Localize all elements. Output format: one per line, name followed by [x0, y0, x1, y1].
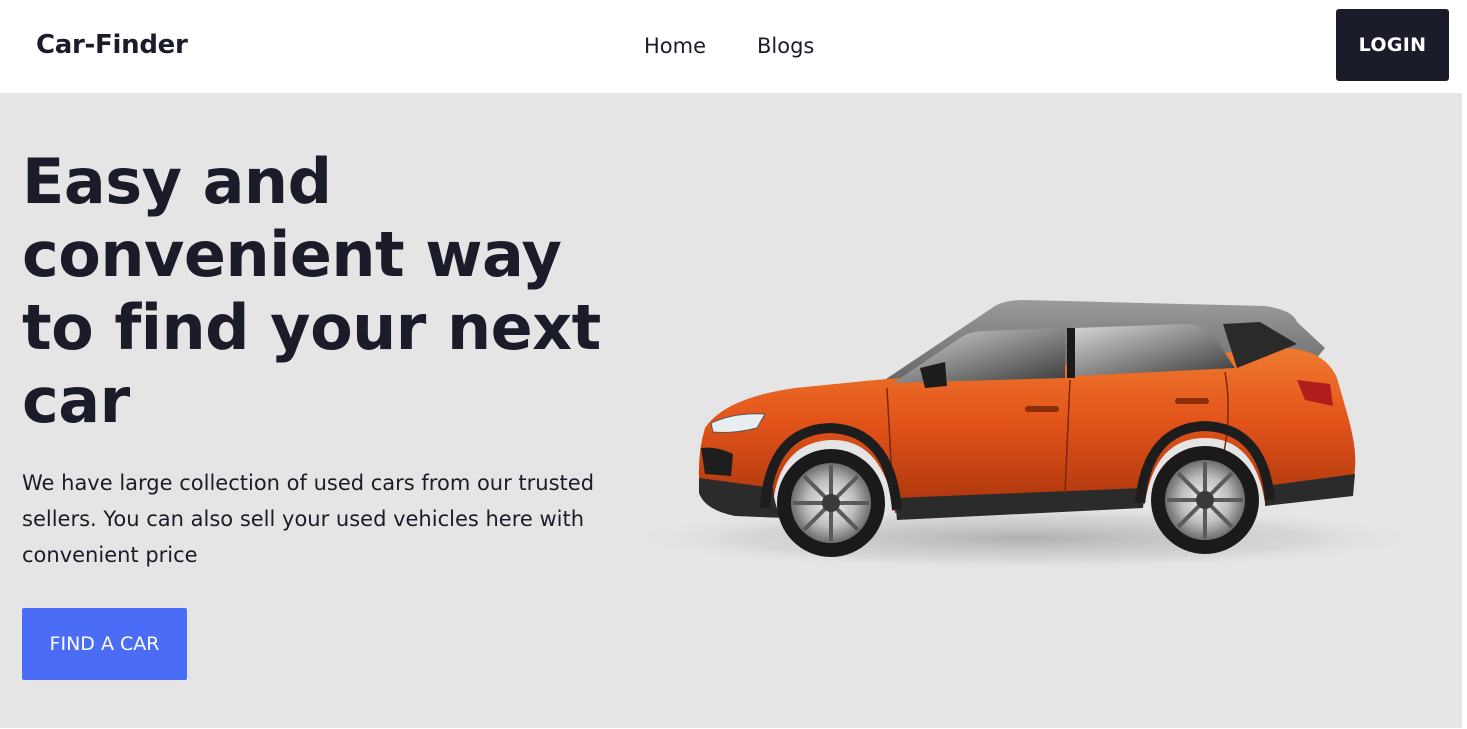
car-window-front [893, 328, 1065, 383]
hero-description: We have large collection of used cars fr… [22, 471, 595, 567]
car-image [625, 300, 1425, 570]
navbar: Car-Finder Home Blogs LOGIN [0, 0, 1467, 93]
find-a-car-button[interactable]: FIND A CAR [22, 608, 187, 680]
login-button[interactable]: LOGIN [1336, 9, 1449, 81]
nav-link-home[interactable]: Home [644, 34, 706, 58]
hero-title: Easy and convenient way to find your nex… [22, 145, 601, 437]
hero-section: Easy and convenient way to find your nex… [0, 93, 1462, 728]
car-front-wheel [777, 449, 885, 557]
brand-logo[interactable]: Car-Finder [36, 30, 188, 60]
nav-link-blogs[interactable]: Blogs [757, 34, 814, 58]
car-rear-wheel [1151, 446, 1259, 554]
